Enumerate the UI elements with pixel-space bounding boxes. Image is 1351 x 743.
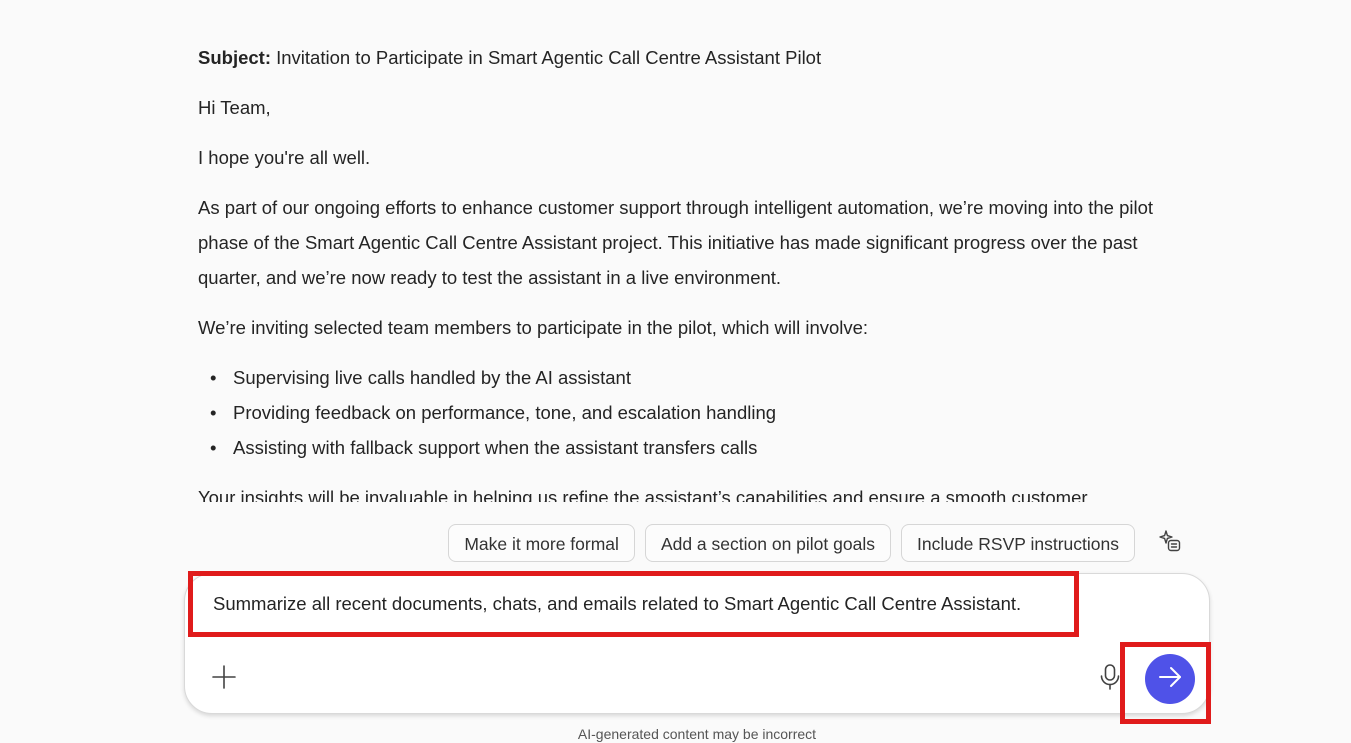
more-prompts-button[interactable] [1153,526,1187,560]
email-paragraph-closing: Your insights will be invaluable in help… [198,487,1088,502]
email-subject-line: Subject: Invitation to Participate in Sm… [198,40,1178,75]
add-attachment-button[interactable] [209,664,239,694]
pilot-duties-list: • Supervising live calls handled by the A… [198,360,1178,465]
list-item: • Providing feedback on performance, tone… [198,395,1178,430]
subject-text: Invitation to Participate in Smart Agent… [270,47,822,68]
list-item: • Assisting with fallback support when th… [198,430,1178,465]
chat-composer: Summarize all recent documents, chats, a… [184,571,1210,714]
suggestion-make-more-formal[interactable]: Make it more formal [448,524,635,562]
ai-disclaimer: AI-generated content may be incorrect [577,726,817,742]
list-item-text: Providing feedback on performance, tone,… [233,402,777,423]
prompt-input[interactable]: Summarize all recent documents, chats, a… [188,571,1079,637]
list-item-text: Supervising live calls handled by the AI… [233,367,631,388]
email-greeting: Hi Team, [198,97,271,118]
email-paragraph-intro: As part of our ongoing efforts to enhanc… [198,197,1154,288]
send-button[interactable] [1145,654,1195,704]
draft-email-message: Subject: Invitation to Participate in Sm… [198,40,1178,502]
email-opening-line: I hope you're all well. [198,147,371,168]
email-paragraph-invite: We’re inviting selected team members to … [198,317,869,338]
list-item: • Supervising live calls handled by the A… [198,360,1178,395]
suggestion-chips: Make it more formal Add a section on pil… [448,524,1187,562]
sparkle-list-icon [1158,529,1182,558]
list-item-text: Assisting with fallback support when the… [233,437,758,458]
suggestion-add-pilot-goals[interactable]: Add a section on pilot goals [644,524,891,562]
microphone-icon [1099,663,1121,696]
copilot-chat-page: Subject: Invitation to Participate in Sm… [0,0,1351,743]
subject-label: Subject: [198,47,271,68]
plus-icon [211,664,237,695]
bullet-dot: • [210,437,217,458]
prompt-text: Summarize all recent documents, chats, a… [213,593,1022,614]
suggestion-include-rsvp[interactable]: Include RSVP instructions [900,524,1135,562]
arrow-right-icon [1157,664,1183,695]
bullet-dot: • [210,402,217,423]
bullet-dot: • [210,367,217,388]
